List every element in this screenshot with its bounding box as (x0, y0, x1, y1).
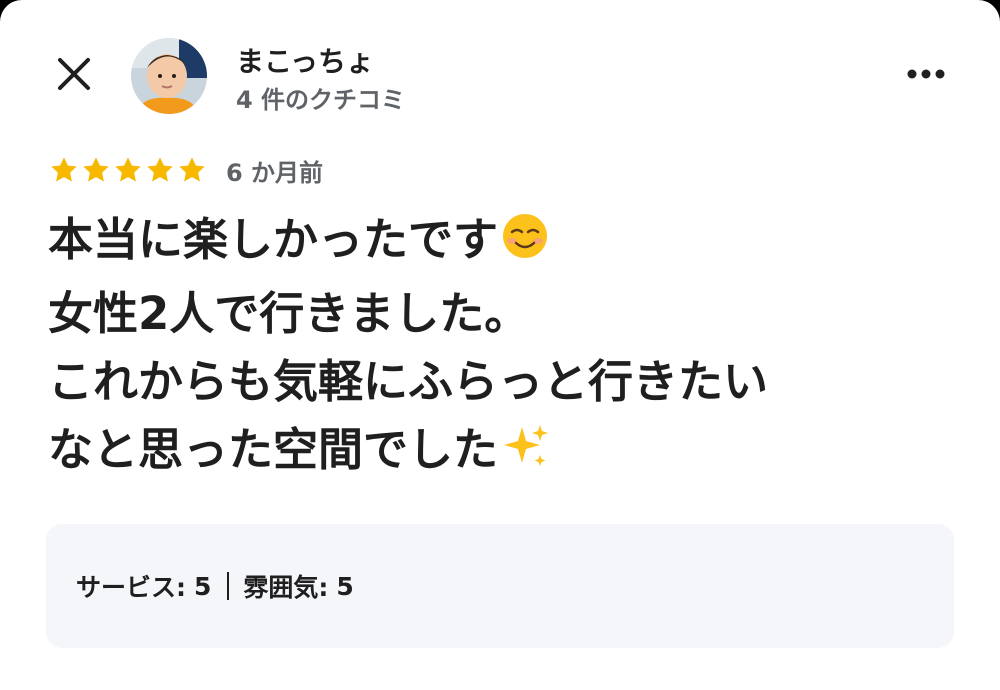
more-horizontal-icon (907, 69, 945, 79)
review-line: 女性2人で行きました。 (48, 280, 978, 348)
star-icon (115, 157, 141, 182)
close-icon (58, 58, 90, 90)
divider (227, 572, 230, 600)
review-count: 4 件のクチコミ (236, 86, 406, 114)
user-name[interactable]: まこっちょ (236, 40, 374, 80)
review-body: 本当に楽しかったです 女性2人で行きました。 これからも気軽にふらっと行きたい … (48, 206, 978, 490)
review-line: なと思った空間でした (48, 416, 978, 490)
atmosphere-label: 雰囲気: (243, 573, 329, 602)
review-line: 本当に楽しかったです (48, 206, 978, 280)
attribute-row: サービス: 5 雰囲気: 5 (76, 568, 354, 604)
star-icon (179, 157, 205, 182)
review-line-text: これからも気軽にふらっと行きたい (48, 355, 769, 408)
smiling-face-emoji-icon (500, 211, 550, 280)
user-avatar-photo (131, 38, 207, 114)
review-time: 6 か月前 (226, 158, 324, 187)
review-line-text: 本当に楽しかったです (48, 213, 499, 266)
review-line-text: なと思った空間でした (48, 423, 499, 476)
star-rating (48, 154, 208, 186)
sparkles-emoji-icon (500, 421, 550, 490)
star-icon (83, 157, 109, 182)
review-line: これからも気軽にふらっと行きたい (48, 348, 978, 416)
atmosphere-value: 5 (336, 571, 354, 601)
review-detail-sheet: まこっちょ 4 件のクチコミ 6 か月前 本当に楽しかったです 女性2人で行きま… (0, 0, 1000, 690)
review-line-text: 女性2人で行きました。 (48, 287, 530, 340)
star-icon (51, 157, 77, 182)
more-options-button[interactable] (902, 58, 950, 90)
close-button[interactable] (52, 52, 96, 96)
avatar[interactable] (131, 38, 207, 114)
attribute-ratings: サービス: 5 雰囲気: 5 (46, 524, 954, 648)
rating-row: 6 か月前 (48, 153, 323, 187)
service-value: 5 (194, 571, 212, 601)
star-icon (147, 157, 173, 182)
service-label: サービス: (76, 573, 186, 602)
